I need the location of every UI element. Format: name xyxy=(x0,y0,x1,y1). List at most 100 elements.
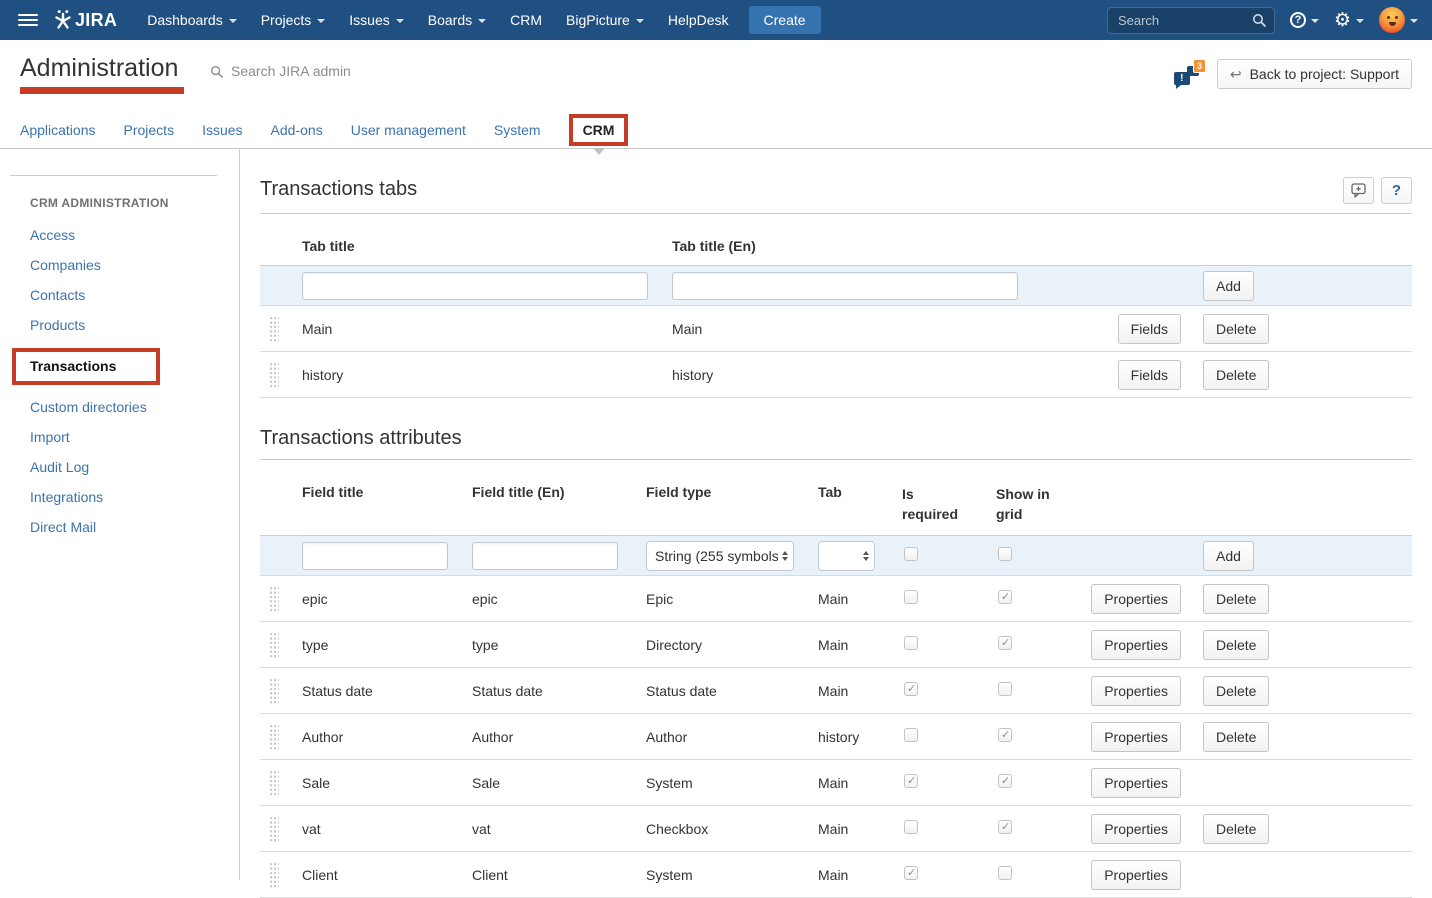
tab-issues[interactable]: Issues xyxy=(202,112,242,148)
fields-button[interactable]: Fields xyxy=(1118,314,1181,344)
show-in-grid-checkbox xyxy=(998,682,1012,696)
help-icon: ? xyxy=(1290,12,1306,28)
show-in-grid-checkbox xyxy=(998,866,1012,880)
jira-logo-text: JIRA xyxy=(75,10,117,31)
sidebar-item-companies[interactable]: Companies xyxy=(30,257,101,273)
new-field-title-input[interactable] xyxy=(302,542,448,570)
properties-button[interactable]: Properties xyxy=(1091,584,1181,614)
is-required-checkbox xyxy=(904,728,918,742)
sidebar-item-products[interactable]: Products xyxy=(30,317,85,333)
delete-button[interactable]: Delete xyxy=(1203,314,1269,344)
drag-handle-icon[interactable] xyxy=(269,632,279,658)
drag-handle-icon[interactable] xyxy=(269,586,279,612)
nav-dashboards[interactable]: Dashboards xyxy=(135,6,249,34)
section-divider xyxy=(260,459,1412,460)
back-to-project-button[interactable]: ↩ Back to project: Support xyxy=(1217,59,1412,89)
admin-settings-menu[interactable]: ⚙ xyxy=(1334,11,1364,30)
main-content: Transactions tabs ? Tab title T xyxy=(240,149,1432,880)
tabs-section-head: Transactions tabs ? xyxy=(260,177,1412,204)
new-is-required-checkbox[interactable] xyxy=(904,547,918,561)
properties-button[interactable]: Properties xyxy=(1091,722,1181,752)
nav-projects[interactable]: Projects xyxy=(249,6,338,34)
sidebar-item-custom-directories[interactable]: Custom directories xyxy=(30,399,147,415)
admin-search[interactable] xyxy=(210,62,449,80)
tab-crm[interactable]: CRM xyxy=(569,112,629,148)
field-type-select[interactable]: String (255 symbols xyxy=(646,541,794,571)
user-profile-menu[interactable] xyxy=(1379,7,1418,33)
drag-handle-icon[interactable] xyxy=(269,316,279,342)
delete-button[interactable]: Delete xyxy=(1203,676,1269,706)
navbar-search-input[interactable] xyxy=(1116,12,1236,29)
sidebar-item-integrations[interactable]: Integrations xyxy=(30,489,103,505)
delete-button[interactable]: Delete xyxy=(1203,722,1269,752)
tab-system[interactable]: System xyxy=(494,112,541,148)
delete-button[interactable]: Delete xyxy=(1203,630,1269,660)
sidebar-item-transactions[interactable]: Transactions xyxy=(30,358,116,374)
tab-row-main: Main Main Fields Delete xyxy=(260,306,1412,352)
new-tab-title-en-input[interactable] xyxy=(672,272,1018,300)
drag-handle-icon[interactable] xyxy=(269,362,279,388)
tab-select[interactable] xyxy=(818,541,875,571)
properties-button[interactable]: Properties xyxy=(1091,768,1181,798)
nav-helpdesk[interactable]: HelpDesk xyxy=(656,6,741,34)
col-tab-title-en: Tab title (En) xyxy=(666,238,1036,254)
drag-handle-icon[interactable] xyxy=(269,770,279,796)
properties-button[interactable]: Properties xyxy=(1091,814,1181,844)
nav-boards[interactable]: Boards xyxy=(416,6,498,34)
tab-user-management[interactable]: User management xyxy=(351,112,466,148)
chevron-down-icon xyxy=(1356,19,1364,23)
nav-issues[interactable]: Issues xyxy=(337,6,415,34)
sidebar-item-direct-mail[interactable]: Direct Mail xyxy=(30,519,96,535)
delete-button[interactable]: Delete xyxy=(1203,360,1269,390)
tab-projects[interactable]: Projects xyxy=(124,112,175,148)
navbar-search-box[interactable] xyxy=(1107,7,1275,34)
drag-handle-icon[interactable] xyxy=(269,724,279,750)
hamburger-menu-icon[interactable] xyxy=(18,14,38,26)
nav-bigpicture[interactable]: BigPicture xyxy=(554,6,656,34)
crm-admin-sidebar: CRM ADMINISTRATION Access Companies Cont… xyxy=(0,149,240,880)
help-menu[interactable]: ? xyxy=(1290,12,1319,28)
properties-button[interactable]: Properties xyxy=(1091,860,1181,890)
field-tab: Main xyxy=(812,637,896,653)
field-tab: Main xyxy=(812,775,896,791)
show-in-grid-checkbox xyxy=(998,636,1012,650)
drag-handle-icon[interactable] xyxy=(269,862,279,888)
chevron-down-icon xyxy=(1410,19,1418,23)
properties-button[interactable]: Properties xyxy=(1091,630,1181,660)
admin-tab-bar: Applications Projects Issues Add-ons Use… xyxy=(0,112,1432,149)
drag-handle-icon[interactable] xyxy=(269,816,279,842)
add-tab-button[interactable]: Add xyxy=(1203,271,1254,301)
delete-button[interactable]: Delete xyxy=(1203,584,1269,614)
tab-title-en: history xyxy=(666,367,1036,383)
field-title-en: Author xyxy=(466,729,640,745)
new-field-title-en-input[interactable] xyxy=(472,542,618,570)
drag-handle-icon[interactable] xyxy=(269,678,279,704)
add-attribute-button[interactable]: Add xyxy=(1203,541,1254,571)
sidebar-item-import[interactable]: Import xyxy=(30,429,70,445)
attributes-add-row: String (255 symbols Add xyxy=(260,536,1412,576)
notifications-icon[interactable]: ! 3 xyxy=(1174,61,1204,88)
speech-bubble-exclamation-icon: ! xyxy=(1174,72,1190,85)
new-show-in-grid-checkbox[interactable] xyxy=(998,547,1012,561)
top-navbar: JIRA Dashboards Projects Issues Boards C… xyxy=(0,0,1432,40)
new-tab-title-input[interactable] xyxy=(302,272,648,300)
fields-button[interactable]: Fields xyxy=(1118,360,1181,390)
admin-search-input[interactable] xyxy=(229,62,449,80)
field-type: Checkbox xyxy=(640,821,812,837)
sidebar-item-contacts[interactable]: Contacts xyxy=(30,287,85,303)
jira-logo[interactable]: JIRA xyxy=(52,9,117,31)
col-field-title: Field title xyxy=(296,484,466,500)
delete-button[interactable]: Delete xyxy=(1203,814,1269,844)
properties-button[interactable]: Properties xyxy=(1091,676,1181,706)
left-arrow-icon: ↩ xyxy=(1230,67,1242,81)
feedback-button[interactable] xyxy=(1343,177,1374,204)
field-type: Author xyxy=(640,729,812,745)
tab-applications[interactable]: Applications xyxy=(20,112,96,148)
help-button[interactable]: ? xyxy=(1381,177,1412,204)
tab-add-ons[interactable]: Add-ons xyxy=(271,112,323,148)
sidebar-item-access[interactable]: Access xyxy=(30,227,75,243)
is-required-checkbox xyxy=(904,636,918,650)
nav-crm[interactable]: CRM xyxy=(498,6,554,34)
sidebar-item-audit-log[interactable]: Audit Log xyxy=(30,459,89,475)
create-button[interactable]: Create xyxy=(749,6,821,34)
